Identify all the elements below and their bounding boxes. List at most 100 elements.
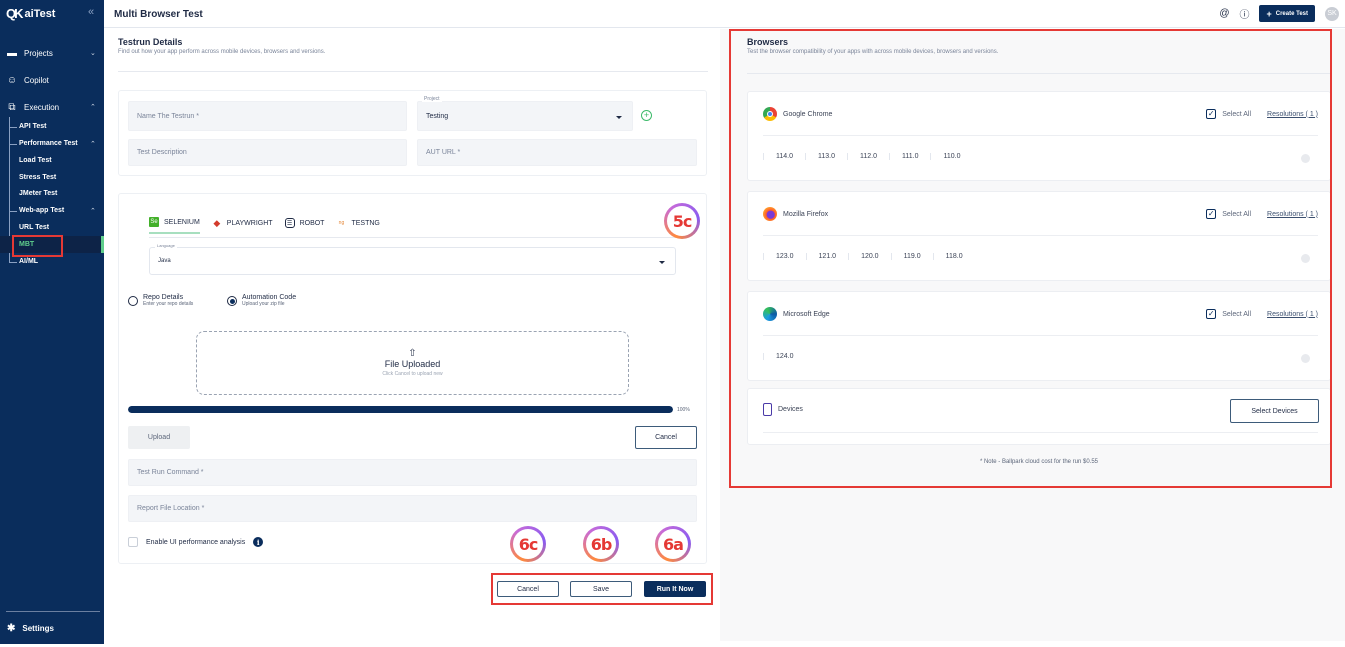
sidebar-item-label: Execution <box>24 102 60 112</box>
dropzone-title: File Uploaded <box>384 359 441 369</box>
brand: QK aiTest <box>6 6 55 21</box>
annotation-badge-6b: 6b <box>583 526 619 562</box>
sidebar-item-api-test[interactable]: API Test <box>19 123 47 130</box>
radio-button-selected[interactable] <box>227 296 237 306</box>
tab-label: SELENIUM <box>164 218 200 226</box>
test-run-command-input[interactable]: Test Run Command * <box>128 459 697 486</box>
annotation-badge-6a: 6a <box>655 526 691 562</box>
aut-url-input[interactable]: AUT URL * <box>417 139 697 166</box>
sidebar-item-label: Copilot <box>24 75 49 85</box>
sidebar-item-copilot[interactable]: ☺ Copilot <box>6 74 49 86</box>
testng-icon: ng <box>338 220 345 226</box>
cancel-button[interactable]: Cancel <box>497 581 559 597</box>
create-test-label: Create Test <box>1275 10 1308 17</box>
radio-automation-code[interactable]: Automation Code Upload your zip file <box>227 294 296 307</box>
radio-subtitle: Enter your repo details <box>143 301 194 307</box>
tree-tick <box>9 211 17 212</box>
playwright-icon: ◆ <box>213 217 221 228</box>
add-project-icon[interactable]: + <box>641 110 652 121</box>
avatar[interactable]: SK <box>1325 6 1339 21</box>
external-edit-icon: ⧉ <box>8 101 16 113</box>
tab-robot[interactable]: ☰ ROBOT <box>284 217 325 234</box>
topbar-actions: @ ⓘ + Create Test SK <box>1219 5 1339 22</box>
testrun-details-card: Name The Testrun * Testing Project + Tes… <box>118 90 707 176</box>
tree-tick <box>9 144 17 145</box>
copilot-icon: ☺ <box>6 74 18 86</box>
brand-name: aiTest <box>24 7 56 20</box>
sidebar-item-settings[interactable]: ✱ Settings <box>7 623 54 634</box>
annotation-badge-5c: 5c <box>664 203 700 239</box>
tab-label: TESTNG <box>351 219 380 227</box>
radio-title: Automation Code <box>242 294 297 301</box>
chevron-up-icon[interactable]: ⌃ <box>90 140 96 148</box>
run-it-now-button[interactable]: Run It Now <box>644 581 706 597</box>
caret-down-icon <box>659 261 665 264</box>
info-icon[interactable]: ⓘ <box>1239 6 1249 21</box>
tab-playwright[interactable]: ◆ PLAYWRIGHT <box>212 217 273 234</box>
upload-progress-bar <box>128 406 673 413</box>
framework-tabs: Se SELENIUM ◆ PLAYWRIGHT ☰ ROBOT ng TEST… <box>149 217 380 234</box>
brand-logo-icon: QK <box>6 6 23 21</box>
create-test-button[interactable]: + Create Test <box>1259 5 1315 22</box>
divider <box>118 71 708 72</box>
sidebar-item-projects[interactable]: ▬ Projects <box>6 47 53 59</box>
tab-label: PLAYWRIGHT <box>226 219 273 227</box>
project-label: Project <box>422 96 442 102</box>
collapse-sidebar-icon[interactable]: « <box>88 6 94 18</box>
badge-text: 6b <box>586 529 616 559</box>
plus-icon: + <box>1266 8 1272 19</box>
sidebar-item-load-test[interactable]: Load Test <box>19 157 52 164</box>
sidebar-item-stress-test[interactable]: Stress Test <box>19 174 56 181</box>
chevron-up-icon[interactable]: ⌃ <box>90 207 96 215</box>
sidebar-item-webapp-test[interactable]: Web-app Test <box>19 207 64 214</box>
progress-percent: 100% <box>677 407 690 413</box>
at-icon[interactable]: @ <box>1219 8 1229 19</box>
sidebar-item-label: Projects <box>24 48 53 58</box>
badge-text: 6a <box>658 529 688 559</box>
divider <box>149 237 676 238</box>
radio-button[interactable] <box>128 296 138 306</box>
badge-text: 6c <box>513 529 543 559</box>
info-icon[interactable]: i <box>253 537 264 547</box>
annotation-badge-6c: 6c <box>510 526 546 562</box>
robot-icon: ☰ <box>284 218 295 228</box>
sidebar-item-ai-ml[interactable]: AI/ML <box>19 258 38 265</box>
badge-text: 5c <box>667 206 697 236</box>
upload-icon: ⇧ <box>408 348 417 359</box>
sidebar-item-jmeter-test[interactable]: JMeter Test <box>19 190 57 197</box>
language-label: Language <box>155 243 177 248</box>
ui-performance-label: Enable UI performance analysis <box>146 538 246 546</box>
sidebar-item-url-test[interactable]: URL Test <box>19 224 49 231</box>
radio-title: Repo Details <box>143 294 184 301</box>
sidebar-item-performance-test[interactable]: Performance Test <box>19 140 78 147</box>
cancel-upload-button[interactable]: Cancel <box>635 426 697 449</box>
save-button[interactable]: Save <box>570 581 632 597</box>
sidebar-item-execution[interactable]: ⧉ Execution <box>6 101 60 113</box>
framework-card: Se SELENIUM ◆ PLAYWRIGHT ☰ ROBOT ng TEST… <box>118 193 707 564</box>
upload-button[interactable]: Upload <box>128 426 190 449</box>
sidebar-divider <box>6 611 100 612</box>
project-select[interactable]: Testing <box>417 101 633 131</box>
language-value: Java <box>158 258 171 264</box>
test-description-input[interactable]: Test Description <box>128 139 407 166</box>
sidebar: QK aiTest « ▬ Projects ⌄ ☺ Copilot ⧉ Exe… <box>0 0 104 644</box>
radio-repo-details[interactable]: Repo Details Enter your repo details <box>128 294 193 307</box>
language-select[interactable]: Java <box>149 247 676 275</box>
tab-selenium[interactable]: Se SELENIUM <box>149 217 200 234</box>
dropzone-subtitle: Click Cancel to upload new <box>382 371 443 377</box>
folder-icon: ▬ <box>7 47 17 59</box>
topbar: Multi Browser Test @ ⓘ + Create Test SK <box>104 0 1345 28</box>
tab-label: ROBOT <box>299 219 325 227</box>
file-dropzone[interactable]: ⇧ File Uploaded Click Cancel to upload n… <box>196 331 629 395</box>
radio-subtitle: Upload your zip file <box>242 301 285 307</box>
chevron-down-icon[interactable]: ⌄ <box>90 49 96 57</box>
ui-performance-option[interactable]: Enable UI performance analysis i <box>128 537 264 547</box>
project-value: Testing <box>426 112 449 120</box>
ui-performance-checkbox[interactable] <box>128 537 138 547</box>
testrun-name-input[interactable]: Name The Testrun * <box>128 101 407 131</box>
settings-label: Settings <box>22 624 54 633</box>
report-file-location-input[interactable]: Report File Location * <box>128 495 697 522</box>
tree-tick <box>9 127 17 128</box>
tab-testng[interactable]: ng TESTNG <box>336 217 380 234</box>
chevron-up-icon[interactable]: ⌃ <box>90 103 96 111</box>
